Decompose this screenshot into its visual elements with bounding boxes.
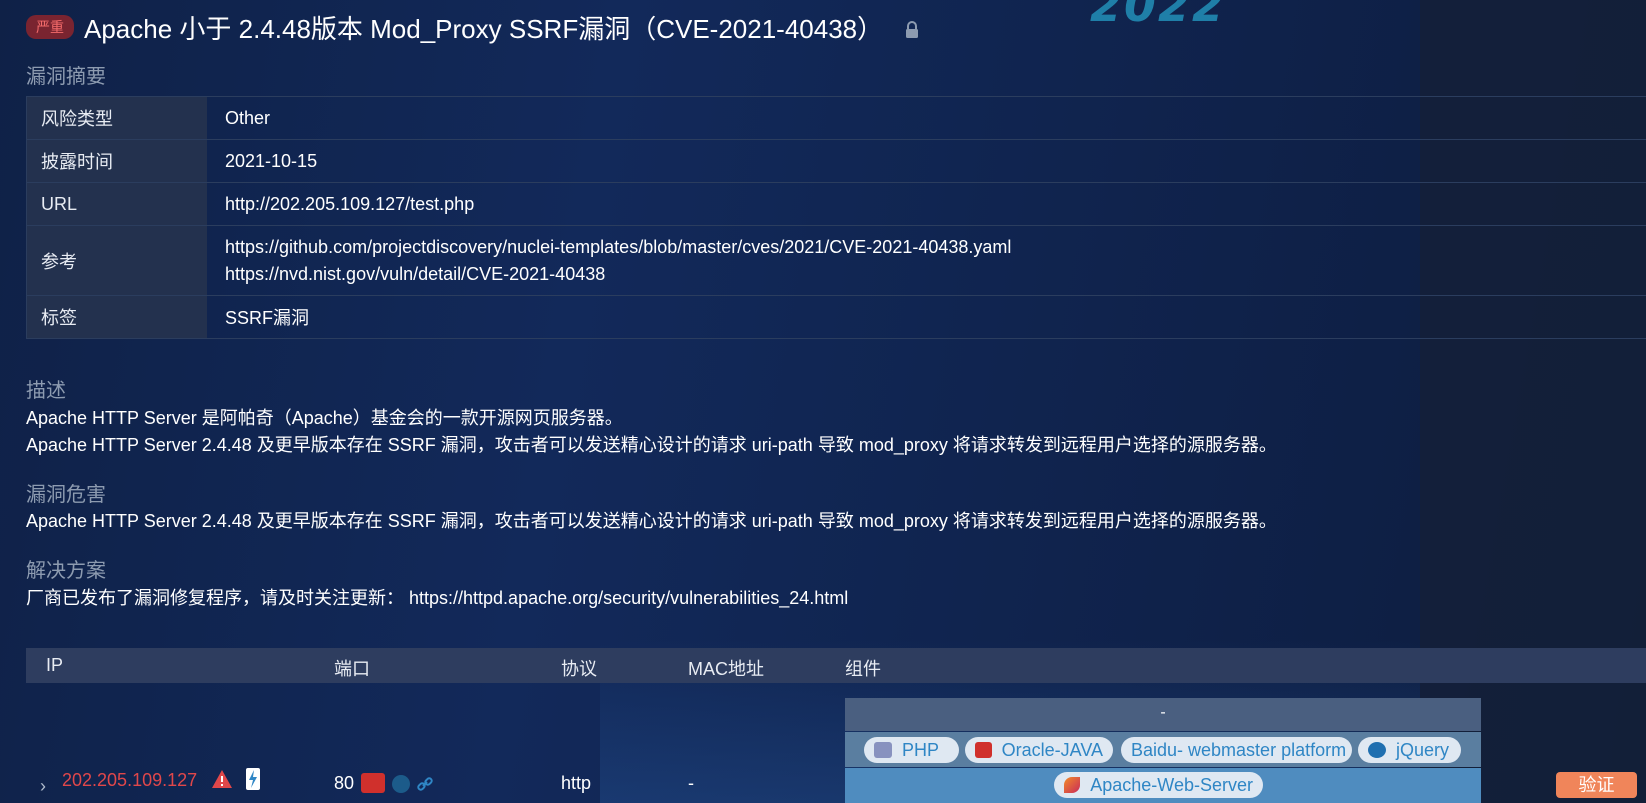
link-icon[interactable] [416, 775, 434, 793]
component-tag-oracle-java[interactable]: Oracle-JAVA [965, 737, 1113, 763]
summary-row-disclosure-date: 披露时间 2021-10-15 [26, 139, 1646, 183]
summary-value: 2021-10-15 [207, 139, 1646, 183]
port-scan-icon[interactable] [392, 775, 410, 793]
reference-link[interactable]: https://github.com/projectdiscovery/nucl… [225, 234, 1646, 261]
summary-row-risk-type: 风险类型 Other [26, 96, 1646, 140]
summary-key: 标签 [26, 295, 207, 339]
summary-row-tags: 标签 SSRF漏洞 [26, 295, 1646, 339]
component-tag-label: Apache-Web-Server [1090, 774, 1253, 795]
asset-ip[interactable]: 202.205.109.127 [62, 770, 197, 791]
component-tag-jquery[interactable]: jQuery [1358, 737, 1461, 763]
summary-row-references: 参考 https://github.com/projectdiscovery/n… [26, 225, 1646, 296]
component-tag-label: Oracle-JAVA [1001, 739, 1103, 760]
description-section-title: 描述 [26, 380, 66, 402]
expand-row-chevron-icon[interactable]: › [40, 776, 46, 797]
harm-text: Apache HTTP Server 2.4.48 及更早版本存在 SSRF 漏… [26, 511, 1277, 531]
summary-value: Other [207, 96, 1646, 140]
asset-table-header: IP 端口 协议 MAC地址 组件 [26, 648, 1646, 683]
summary-value: https://github.com/projectdiscovery/nucl… [207, 225, 1646, 296]
solution-section-title: 解决方案 [26, 560, 106, 582]
summary-key: URL [26, 182, 207, 226]
components-cell: - PHP Oracle-JAVA Baidu- webmaster platf… [845, 698, 1481, 803]
asset-protocol: http [561, 773, 592, 793]
summary-url-link[interactable]: http://202.205.109.127/test.php [207, 182, 1646, 226]
summary-key: 风险类型 [26, 96, 207, 140]
summary-value: SSRF漏洞 [207, 295, 1646, 339]
port-service-icon [361, 773, 385, 793]
components-placeholder: - [1160, 704, 1166, 721]
harm-section-title: 漏洞危害 [26, 484, 106, 506]
column-header-port[interactable]: 端口 [334, 655, 370, 681]
asset-mac: - [688, 773, 694, 793]
component-tag-label: jQuery [1396, 739, 1450, 760]
solution-text: 厂商已发布了漏洞修复程序，请及时关注更新： https://httpd.apac… [26, 588, 849, 608]
summary-key: 披露时间 [26, 139, 207, 183]
page-header: 严重 Apache 小于 2.4.48版本 Mod_Proxy SSRF漏洞（C… [26, 10, 921, 44]
column-header-protocol[interactable]: 协议 [561, 655, 597, 681]
component-tag-apache-web-server[interactable]: Apache-Web-Server [1054, 772, 1263, 798]
apache-feather-icon [1064, 777, 1081, 793]
oracle-icon [975, 742, 992, 758]
component-tag-label: Baidu- webmaster platform [1131, 739, 1347, 760]
column-header-mac[interactable]: MAC地址 [688, 655, 764, 681]
description-line: Apache HTTP Server 是阿帕奇（Apache）基金会的一款开源网… [26, 408, 623, 428]
component-tag-baidu[interactable]: Baidu- webmaster platform [1121, 737, 1352, 763]
summary-section-title: 漏洞摘要 [26, 66, 106, 88]
summary-table: 风险类型 Other 披露时间 2021-10-15 URL http://20… [26, 96, 1646, 339]
summary-key: 参考 [26, 225, 207, 296]
verify-button[interactable]: 验证 [1556, 772, 1637, 798]
summary-row-url: URL http://202.205.109.127/test.php [26, 182, 1646, 226]
description-line: Apache HTTP Server 2.4.48 及更早版本存在 SSRF 漏… [26, 435, 1277, 455]
lock-icon[interactable] [903, 21, 921, 39]
bolt-icon [246, 768, 260, 790]
asset-port: 80 [334, 773, 355, 793]
component-tag-label: PHP [902, 739, 940, 760]
component-tag-php[interactable]: PHP [864, 737, 959, 763]
page-title: Apache 小于 2.4.48版本 Mod_Proxy SSRF漏洞（CVE-… [84, 13, 884, 44]
reference-link[interactable]: https://nvd.nist.gov/vuln/detail/CVE-202… [225, 261, 1646, 288]
column-header-ip[interactable]: IP [46, 655, 63, 676]
severity-badge: 严重 [26, 15, 74, 39]
php-icon [874, 742, 892, 758]
background-logo: 2022 [1090, 0, 1227, 32]
column-header-components[interactable]: 组件 [845, 655, 881, 681]
warning-icon [212, 770, 232, 788]
jquery-icon [1368, 742, 1386, 758]
